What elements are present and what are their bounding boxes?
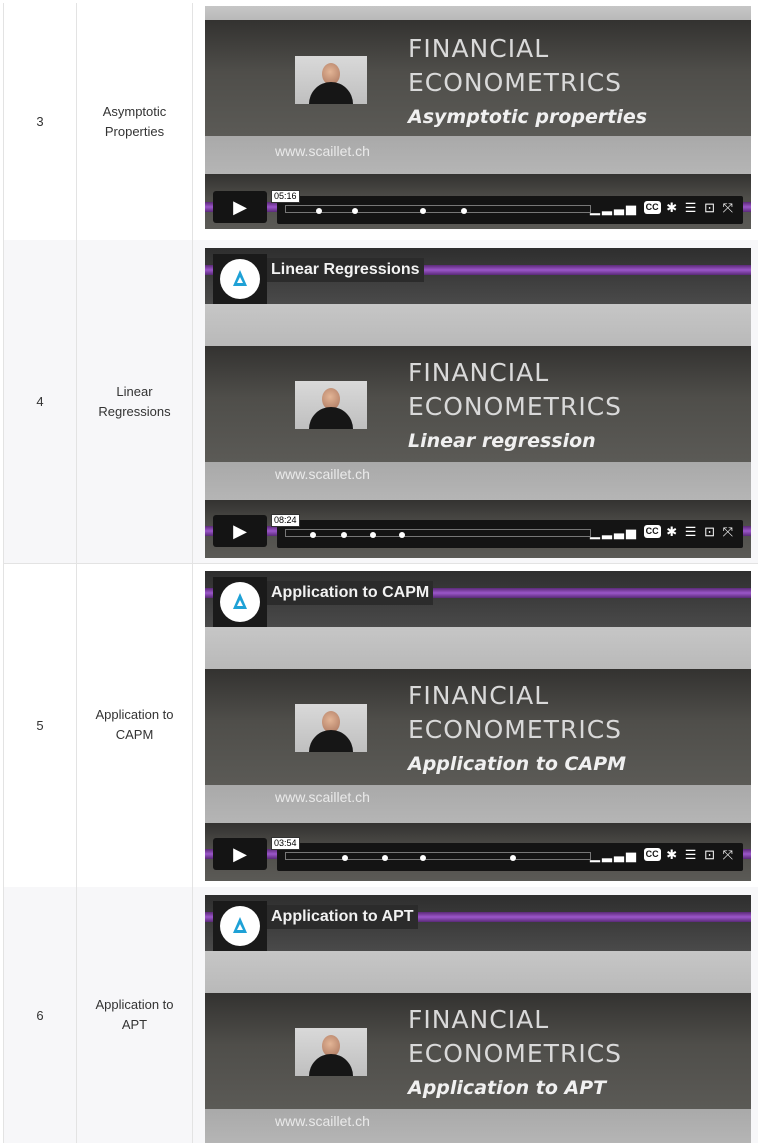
row-title-line1: Asymptotic xyxy=(102,103,167,119)
fullscreen-icon[interactable]: ⤧ xyxy=(723,524,735,539)
airplay-icon[interactable]: ⊡ xyxy=(704,200,717,215)
channel-logo[interactable] xyxy=(213,254,267,304)
channel-logo[interactable] xyxy=(213,577,267,627)
play-button[interactable]: ▶ xyxy=(213,191,267,223)
row-title-line2: APT xyxy=(121,1017,148,1032)
gear-icon[interactable]: ✱ xyxy=(666,200,679,215)
row-title-line2: Regressions xyxy=(98,403,171,419)
player-controls: ▁▂▃▅ CC ✱ ☰ ⊡ ⤧ xyxy=(277,520,743,548)
video-player[interactable]: Linear Regressions FINANCIAL ECONOMETRIC… xyxy=(205,248,751,558)
fullscreen-icon[interactable]: ⤧ xyxy=(723,847,735,862)
video-url: www.scaillet.ch xyxy=(275,143,370,159)
cc-button[interactable]: CC xyxy=(643,201,661,214)
chapter-marker[interactable] xyxy=(420,855,426,861)
row-number: 3 xyxy=(4,3,77,240)
progress-track[interactable] xyxy=(285,852,591,861)
row-title: Application to APT xyxy=(77,887,193,1143)
volume-icon[interactable]: ▁▂▃▅ xyxy=(590,847,638,862)
video-url: www.scaillet.ch xyxy=(275,466,370,482)
row-title: Linear Regressions xyxy=(77,240,193,563)
video-title-overlay[interactable]: Linear Regressions xyxy=(267,258,424,282)
list-icon[interactable]: ☰ xyxy=(685,200,699,215)
video-url: www.scaillet.ch xyxy=(275,1113,370,1129)
table-row: 4 Linear Regressions Linear Regressions F… xyxy=(4,240,758,564)
row-title-line1: Application to xyxy=(95,997,174,1012)
presenter-thumbnail xyxy=(295,1028,367,1076)
chapter-marker[interactable] xyxy=(399,532,405,538)
chapter-marker[interactable] xyxy=(352,208,358,214)
chapter-marker[interactable] xyxy=(342,855,348,861)
player-controls: ▁▂▃▅ CC ✱ ☰ ⊡ ⤧ xyxy=(277,843,743,871)
video-subtitle: Application to APT xyxy=(408,1077,607,1099)
row-title-line1: Linear xyxy=(116,383,153,399)
video-player[interactable]: Application to CAPM FINANCIAL ECONOMETRI… xyxy=(205,571,751,881)
video-player[interactable]: FINANCIAL ECONOMETRICS Asymptotic proper… xyxy=(205,6,751,229)
time-tooltip: 05:16 xyxy=(271,190,300,203)
logo-icon xyxy=(233,917,247,933)
video-heading-line2: ECONOMETRICS xyxy=(408,68,623,97)
volume-icon[interactable]: ▁▂▃▅ xyxy=(590,524,638,539)
row-title-line1: Application to xyxy=(95,707,174,722)
row-title-line2: Properties xyxy=(104,123,165,139)
presenter-thumbnail xyxy=(295,381,367,429)
video-heading-line2: ECONOMETRICS xyxy=(408,392,623,421)
cc-button[interactable]: CC xyxy=(643,525,661,538)
lecture-table: 3 Asymptotic Properties FINANCIAL ECONOME… xyxy=(3,3,758,1143)
play-button[interactable]: ▶ xyxy=(213,515,267,547)
logo-icon xyxy=(233,593,247,609)
video-heading-line2: ECONOMETRICS xyxy=(408,715,623,744)
play-icon: ▶ xyxy=(233,520,247,541)
play-icon: ▶ xyxy=(233,843,247,864)
presenter-thumbnail xyxy=(295,56,367,104)
row-title: Application to CAPM xyxy=(77,563,193,887)
chapter-marker[interactable] xyxy=(341,532,347,538)
chapter-marker[interactable] xyxy=(510,855,516,861)
row-number: 4 xyxy=(4,240,77,563)
video-title-overlay[interactable]: Application to APT xyxy=(267,905,418,929)
chapter-marker[interactable] xyxy=(382,855,388,861)
row-number: 6 xyxy=(4,887,77,1143)
video-heading-line1: FINANCIAL xyxy=(408,1005,550,1034)
time-tooltip: 08:24 xyxy=(271,514,300,527)
chapter-marker[interactable] xyxy=(310,532,316,538)
fullscreen-icon[interactable]: ⤧ xyxy=(723,200,735,215)
video-heading-line1: FINANCIAL xyxy=(408,681,550,710)
chapter-marker[interactable] xyxy=(420,208,426,214)
video-subtitle: Asymptotic properties xyxy=(408,106,648,128)
gear-icon[interactable]: ✱ xyxy=(666,847,679,862)
table-row: 3 Asymptotic Properties FINANCIAL ECONOME… xyxy=(4,3,758,241)
presenter-thumbnail xyxy=(295,704,367,752)
cc-button[interactable]: CC xyxy=(643,848,661,861)
row-title-line2: CAPM xyxy=(115,727,154,742)
volume-icon[interactable]: ▁▂▃▅ xyxy=(590,200,638,215)
player-controls: ▁▂▃▅ CC ✱ ☰ ⊡ ⤧ xyxy=(277,196,743,224)
row-number: 5 xyxy=(4,563,77,887)
row-title: Asymptotic Properties xyxy=(77,3,193,240)
airplay-icon[interactable]: ⊡ xyxy=(704,524,717,539)
chapter-marker[interactable] xyxy=(461,208,467,214)
progress-track[interactable] xyxy=(285,529,591,538)
gear-icon[interactable]: ✱ xyxy=(666,524,679,539)
list-icon[interactable]: ☰ xyxy=(685,524,699,539)
play-icon: ▶ xyxy=(233,196,247,217)
video-title-overlay[interactable]: Application to CAPM xyxy=(267,581,434,605)
play-button[interactable]: ▶ xyxy=(213,838,267,870)
airplay-icon[interactable]: ⊡ xyxy=(704,847,717,862)
time-tooltip: 03:54 xyxy=(271,837,300,850)
video-subtitle: Application to CAPM xyxy=(408,753,627,775)
channel-logo[interactable] xyxy=(213,901,267,951)
table-row: 6 Application to APT Application to APT F… xyxy=(4,887,758,1143)
video-heading-line2: ECONOMETRICS xyxy=(408,1039,623,1068)
progress-track[interactable] xyxy=(285,205,591,214)
logo-icon xyxy=(233,270,247,286)
video-heading-line1: FINANCIAL xyxy=(408,34,550,63)
chapter-marker[interactable] xyxy=(316,208,322,214)
video-url: www.scaillet.ch xyxy=(275,789,370,805)
list-icon[interactable]: ☰ xyxy=(685,847,699,862)
table-row: 5 Application to CAPM Application to CAPM… xyxy=(4,563,758,888)
video-subtitle: Linear regression xyxy=(408,430,596,452)
video-heading-line1: FINANCIAL xyxy=(408,358,550,387)
video-player[interactable]: Application to APT FINANCIAL ECONOMETRIC… xyxy=(205,895,751,1143)
chapter-marker[interactable] xyxy=(370,532,376,538)
